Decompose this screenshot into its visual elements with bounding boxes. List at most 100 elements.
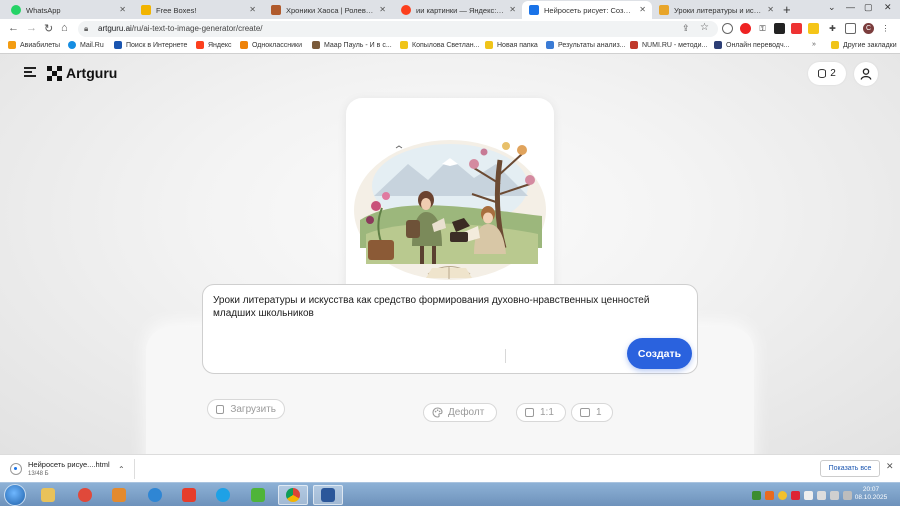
bookmark-item[interactable]: Mail.Ru (68, 41, 104, 49)
start-button[interactable] (4, 484, 26, 506)
bookmark-item[interactable]: Результаты анализ... (546, 41, 626, 49)
taskbar-app-green[interactable] (243, 485, 273, 505)
yandex-icon (182, 488, 196, 502)
bookmark-item[interactable]: Поиск в Интернете (114, 41, 187, 49)
bookmark-item[interactable]: Маар Пауль - И в с... (312, 41, 392, 49)
image-count-label: 1 (596, 407, 602, 418)
close-icon[interactable]: ✕ (249, 5, 256, 14)
generated-image-preview[interactable] (346, 98, 554, 305)
create-button[interactable]: Создать (627, 338, 692, 369)
play-icon (112, 488, 126, 502)
shield-icon[interactable] (722, 23, 733, 34)
close-icon[interactable]: ✕ (886, 461, 894, 472)
close-icon[interactable]: ✕ (379, 5, 386, 14)
chevron-up-icon[interactable]: ⌃ (118, 465, 125, 474)
bookmark-star-icon[interactable]: ☆ (700, 22, 709, 33)
bookmark-item[interactable]: NUMI.RU - методи... (630, 41, 707, 49)
home-icon[interactable]: ⌂ (61, 22, 68, 34)
key-icon[interactable]: ⚿ (757, 23, 768, 34)
prompt-input[interactable]: Уроки литературы и искусства как средств… (202, 284, 698, 374)
bookmark-item[interactable]: Другие закладки (831, 41, 897, 49)
tab-chronicles[interactable]: Хроники Хаоса | Ролевая онл... ✕ (264, 1, 392, 19)
opera-icon[interactable] (740, 23, 751, 34)
close-icon[interactable]: ✕ (639, 5, 646, 14)
search-icon (114, 41, 122, 49)
bookmark-item[interactable]: Яндекс (196, 41, 232, 49)
divider (505, 349, 506, 363)
taskbar-ie[interactable] (140, 485, 170, 505)
numi-icon (630, 41, 638, 49)
address-bar[interactable]: 🔒︎ artguru.ai/ru/ai-text-to-image-genera… (78, 21, 718, 37)
app-icon (251, 488, 265, 502)
maximize-button[interactable]: ▢ (864, 2, 873, 13)
flag-icon[interactable] (808, 23, 819, 34)
tray-app-icon[interactable] (778, 490, 787, 500)
extension-badge-icon[interactable] (791, 23, 802, 34)
share-icon[interactable]: ⇪ (682, 23, 690, 34)
volume-icon[interactable] (817, 490, 826, 500)
tab-search-icon[interactable]: ⌄ (828, 2, 836, 13)
back-arrow-icon[interactable]: ← (8, 22, 19, 34)
yandex-icon (401, 5, 411, 15)
show-all-button[interactable]: Показать все (820, 460, 880, 477)
word-icon (321, 488, 335, 502)
image-count-selector[interactable]: 1 (571, 403, 613, 422)
taskbar-chrome-alt[interactable] (70, 485, 100, 505)
whatsapp-icon (11, 5, 21, 15)
taskbar-word[interactable] (313, 485, 343, 505)
window-close-button[interactable]: ✕ (884, 2, 892, 13)
close-icon[interactable]: ✕ (767, 5, 774, 14)
taskbar-chrome[interactable] (278, 485, 308, 505)
prompt-text[interactable]: Уроки литературы и искусства как средств… (213, 294, 683, 320)
download-item[interactable]: Нейросеть рисуе....html 13/48 Б ⌃ (6, 458, 132, 480)
close-icon[interactable]: ✕ (509, 5, 516, 14)
artguru-logo[interactable]: Artguru (47, 65, 117, 81)
menu-icon[interactable] (24, 67, 36, 77)
credits-count: 2 (830, 68, 836, 79)
taskbar-explorer[interactable] (33, 485, 63, 505)
url-path: /ru/ai-text-to-image-generator/create/ (131, 24, 263, 33)
new-tab-button[interactable]: + (783, 2, 791, 17)
reload-icon[interactable]: ↻ (44, 22, 53, 35)
game-icon (271, 5, 281, 15)
glasses-icon[interactable] (774, 23, 785, 34)
tray-app-icon[interactable] (765, 490, 774, 500)
credits-button[interactable]: 2 (808, 62, 846, 85)
puzzle-icon[interactable]: ✚ (827, 23, 838, 34)
taskbar-yandex[interactable] (174, 485, 204, 505)
system-clock[interactable]: 20:07 08.10.2025 (850, 486, 892, 502)
tab-free-boxes[interactable]: Free Boxes! ✕ (134, 1, 262, 19)
tray-app-icon[interactable] (752, 490, 761, 500)
tab-artguru[interactable]: Нейросеть рисует: Создание... ✕ (522, 1, 652, 19)
user-profile-button[interactable] (854, 62, 878, 86)
bookmark-item[interactable]: Онлайн переводч... (714, 41, 789, 49)
upload-button[interactable]: Загрузить (207, 399, 285, 419)
tab-yandex-images[interactable]: ии картинки — Яндекс: нашл... ✕ (394, 1, 522, 19)
bookmarks-bar: Авиабилеты Mail.Ru Поиск в Интернете Янд… (0, 39, 900, 54)
minimize-button[interactable]: — (846, 2, 855, 12)
tab-whatsapp[interactable]: WhatsApp ✕ (4, 1, 132, 19)
profile-avatar-icon[interactable]: С (863, 23, 874, 34)
forward-arrow-icon[interactable]: → (26, 22, 37, 34)
browser-toolbar: ← → ↻ ⌂ 🔒︎ artguru.ai/ru/ai-text-to-imag… (0, 19, 900, 39)
bookmark-item[interactable]: Копылова Светлан... (400, 41, 479, 49)
close-icon[interactable]: ✕ (119, 5, 126, 14)
bookmark-item[interactable]: Авиабилеты (8, 41, 60, 49)
sidebar-icon[interactable] (845, 23, 856, 34)
tab-lessons[interactable]: Уроки литературы и искусств... ✕ (652, 1, 780, 19)
taskbar-media-player[interactable] (104, 485, 134, 505)
flag-icon[interactable] (830, 490, 839, 500)
more-bookmarks-icon[interactable]: » (812, 41, 816, 48)
image-upload-icon (216, 404, 225, 414)
menu-dots-icon[interactable]: ⋮ (880, 23, 891, 34)
tray-app-icon[interactable] (791, 490, 800, 500)
bookmark-item[interactable]: Новая папка (485, 41, 538, 49)
artguru-page: Artguru 2 (0, 54, 900, 454)
aspect-ratio-selector[interactable]: 1:1 (516, 403, 566, 422)
network-icon[interactable] (804, 490, 813, 500)
style-selector[interactable]: Дефолт (423, 403, 497, 422)
taskbar-skype[interactable] (208, 485, 238, 505)
translate-icon (714, 41, 722, 49)
bookmark-item[interactable]: Одноклассники (240, 41, 302, 49)
generated-illustration (354, 140, 546, 280)
